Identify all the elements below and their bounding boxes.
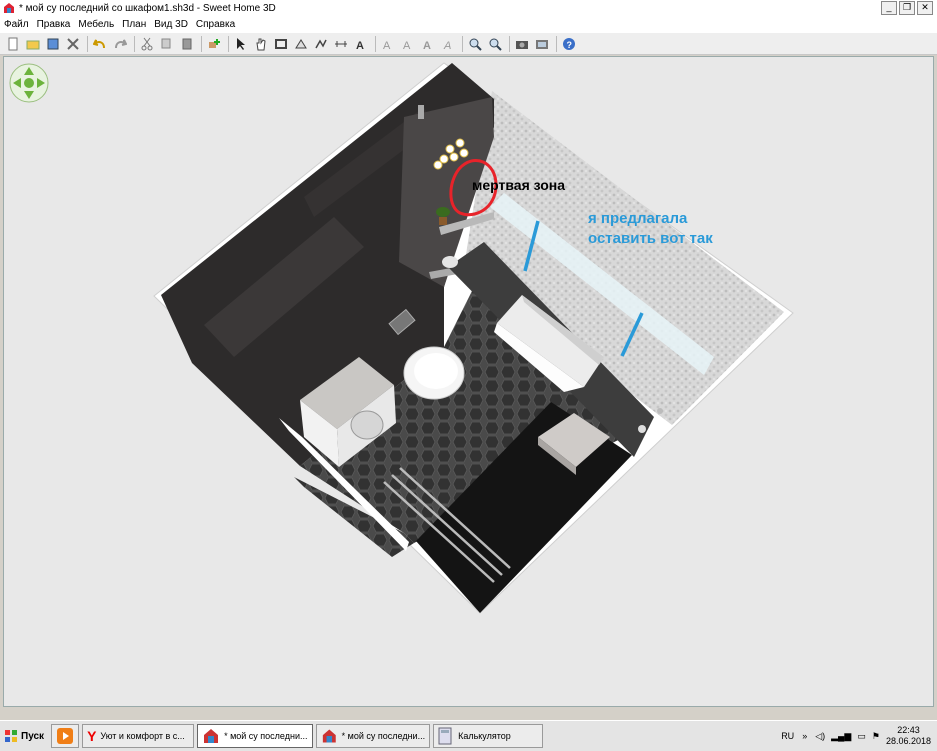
taskbar-yandex[interactable]: Y Уют и комфорт в с... — [82, 724, 195, 748]
toolbar-separator — [556, 35, 557, 52]
tray-expand-icon[interactable]: » — [802, 731, 807, 741]
svg-text:A: A — [356, 40, 364, 51]
taskbar: Пуск Y Уют и комфорт в с... * мой су пос… — [0, 720, 937, 751]
menu-furniture[interactable]: Мебель — [74, 19, 118, 30]
shower-fixture — [638, 425, 646, 433]
svg-text:A: A — [383, 40, 391, 51]
text-italic-icon[interactable]: A — [439, 35, 457, 53]
taskbar-media-player[interactable] — [51, 724, 80, 748]
add-text-icon[interactable]: A — [352, 35, 370, 53]
navigation-arrows-control[interactable] — [9, 63, 49, 103]
taskbar-calculator[interactable]: Калькулятор — [433, 724, 544, 748]
minimize-button[interactable]: _ — [881, 1, 897, 15]
toolbar: A A A A A ? — [0, 33, 937, 55]
calculator-icon — [438, 727, 452, 745]
system-tray: RU » ◁) ▂▄▆ ▭ ⚑ 22:43 28.06.2018 — [781, 721, 937, 751]
proposal-label-line2: оставить вот так — [588, 230, 713, 247]
taskbar-sweethome-1-label: * мой су последни... — [224, 731, 308, 741]
menu-edit[interactable]: Правка — [33, 19, 75, 30]
menu-3d-view[interactable]: Вид 3D — [150, 19, 192, 30]
taskbar-sweethome-1[interactable]: * мой су последни... — [197, 724, 314, 748]
text-style-icon[interactable]: A — [379, 35, 397, 53]
3d-view[interactable]: мертвая зона я предлагала оставить вот т… — [3, 56, 934, 707]
close-button[interactable]: ✕ — [917, 1, 933, 15]
shower-fixture — [657, 408, 663, 414]
3d-scene: мертвая зона я предлагала оставить вот т… — [9, 62, 794, 614]
menu-bar: Файл Правка Мебель План Вид 3D Справка — [0, 16, 937, 33]
volume-icon[interactable]: ◁) — [815, 731, 825, 742]
toilet — [403, 346, 465, 400]
menu-help[interactable]: Справка — [192, 19, 239, 30]
create-polylines-icon[interactable] — [312, 35, 330, 53]
create-walls-icon[interactable] — [272, 35, 290, 53]
redo-icon[interactable] — [111, 35, 129, 53]
windows-logo-icon — [5, 730, 17, 742]
paste-icon[interactable] — [178, 35, 196, 53]
cut-tools-icon[interactable] — [64, 35, 82, 53]
new-file-icon[interactable] — [4, 35, 22, 53]
svg-text:?: ? — [567, 40, 573, 50]
toolbar-separator — [462, 35, 463, 52]
save-icon[interactable] — [44, 35, 62, 53]
toilet-roll-holder — [442, 256, 458, 268]
toolbar-separator — [134, 35, 135, 52]
toolbar-separator — [201, 35, 202, 52]
text-bold-icon[interactable]: A — [419, 35, 437, 53]
clock-time: 22:43 — [897, 725, 920, 735]
language-indicator[interactable]: RU — [781, 731, 794, 741]
taskbar-calculator-label: Калькулятор — [458, 731, 511, 741]
svg-text:A: A — [423, 40, 431, 51]
svg-text:A: A — [403, 40, 411, 51]
select-icon[interactable] — [232, 35, 250, 53]
media-player-icon — [57, 728, 74, 744]
start-button[interactable]: Пуск — [0, 724, 48, 748]
video-icon[interactable] — [533, 35, 551, 53]
sweethome-app-icon — [4, 3, 14, 13]
text-style-2-icon[interactable]: A — [399, 35, 417, 53]
proposal-label-line1: я предлагала — [588, 210, 688, 227]
yandex-icon: Y — [87, 728, 97, 744]
start-label: Пуск — [21, 730, 45, 742]
flag-icon[interactable]: ⚑ — [872, 731, 880, 742]
toolbar-separator — [87, 35, 88, 52]
menu-file[interactable]: Файл — [0, 19, 33, 30]
help-icon[interactable]: ? — [560, 35, 578, 53]
create-dimensions-icon[interactable] — [332, 35, 350, 53]
zoom-in-icon[interactable] — [466, 35, 484, 53]
menu-plan[interactable]: План — [118, 19, 150, 30]
sweethome-icon — [322, 729, 336, 743]
clock-date: 28.06.2018 — [885, 736, 931, 746]
restore-button[interactable]: ❐ — [899, 1, 915, 15]
undo-icon[interactable] — [91, 35, 109, 53]
toolbar-separator — [375, 35, 376, 52]
taskbar-sweethome-2-label: * мой су последни... — [341, 731, 426, 741]
svg-text:A: A — [443, 40, 451, 51]
taskbar-yandex-label: Уют и комфорт в с... — [100, 731, 185, 741]
toolbar-separator — [509, 35, 510, 52]
toolbar-separator — [228, 35, 229, 52]
clock[interactable]: 22:43 28.06.2018 — [886, 725, 931, 747]
add-furniture-icon[interactable] — [205, 35, 223, 53]
photo-icon[interactable] — [513, 35, 531, 53]
copy-icon[interactable] — [158, 35, 176, 53]
sweethome-icon — [204, 729, 219, 743]
window-title: * мой су последний со шкафом1.sh3d - Swe… — [19, 2, 276, 14]
title-bar: * мой су последний со шкафом1.sh3d - Swe… — [0, 0, 937, 16]
open-icon[interactable] — [24, 35, 42, 53]
battery-icon[interactable]: ▭ — [857, 731, 866, 742]
taskbar-sweethome-2[interactable]: * мой су последни... — [316, 724, 431, 748]
zoom-out-icon[interactable] — [486, 35, 504, 53]
network-icon[interactable]: ▂▄▆ — [831, 731, 851, 742]
pan-icon[interactable] — [252, 35, 270, 53]
create-rooms-icon[interactable] — [292, 35, 310, 53]
wall-fixture — [418, 105, 424, 119]
cut-icon[interactable] — [138, 35, 156, 53]
dead-zone-label: мертвая зона — [472, 177, 565, 193]
